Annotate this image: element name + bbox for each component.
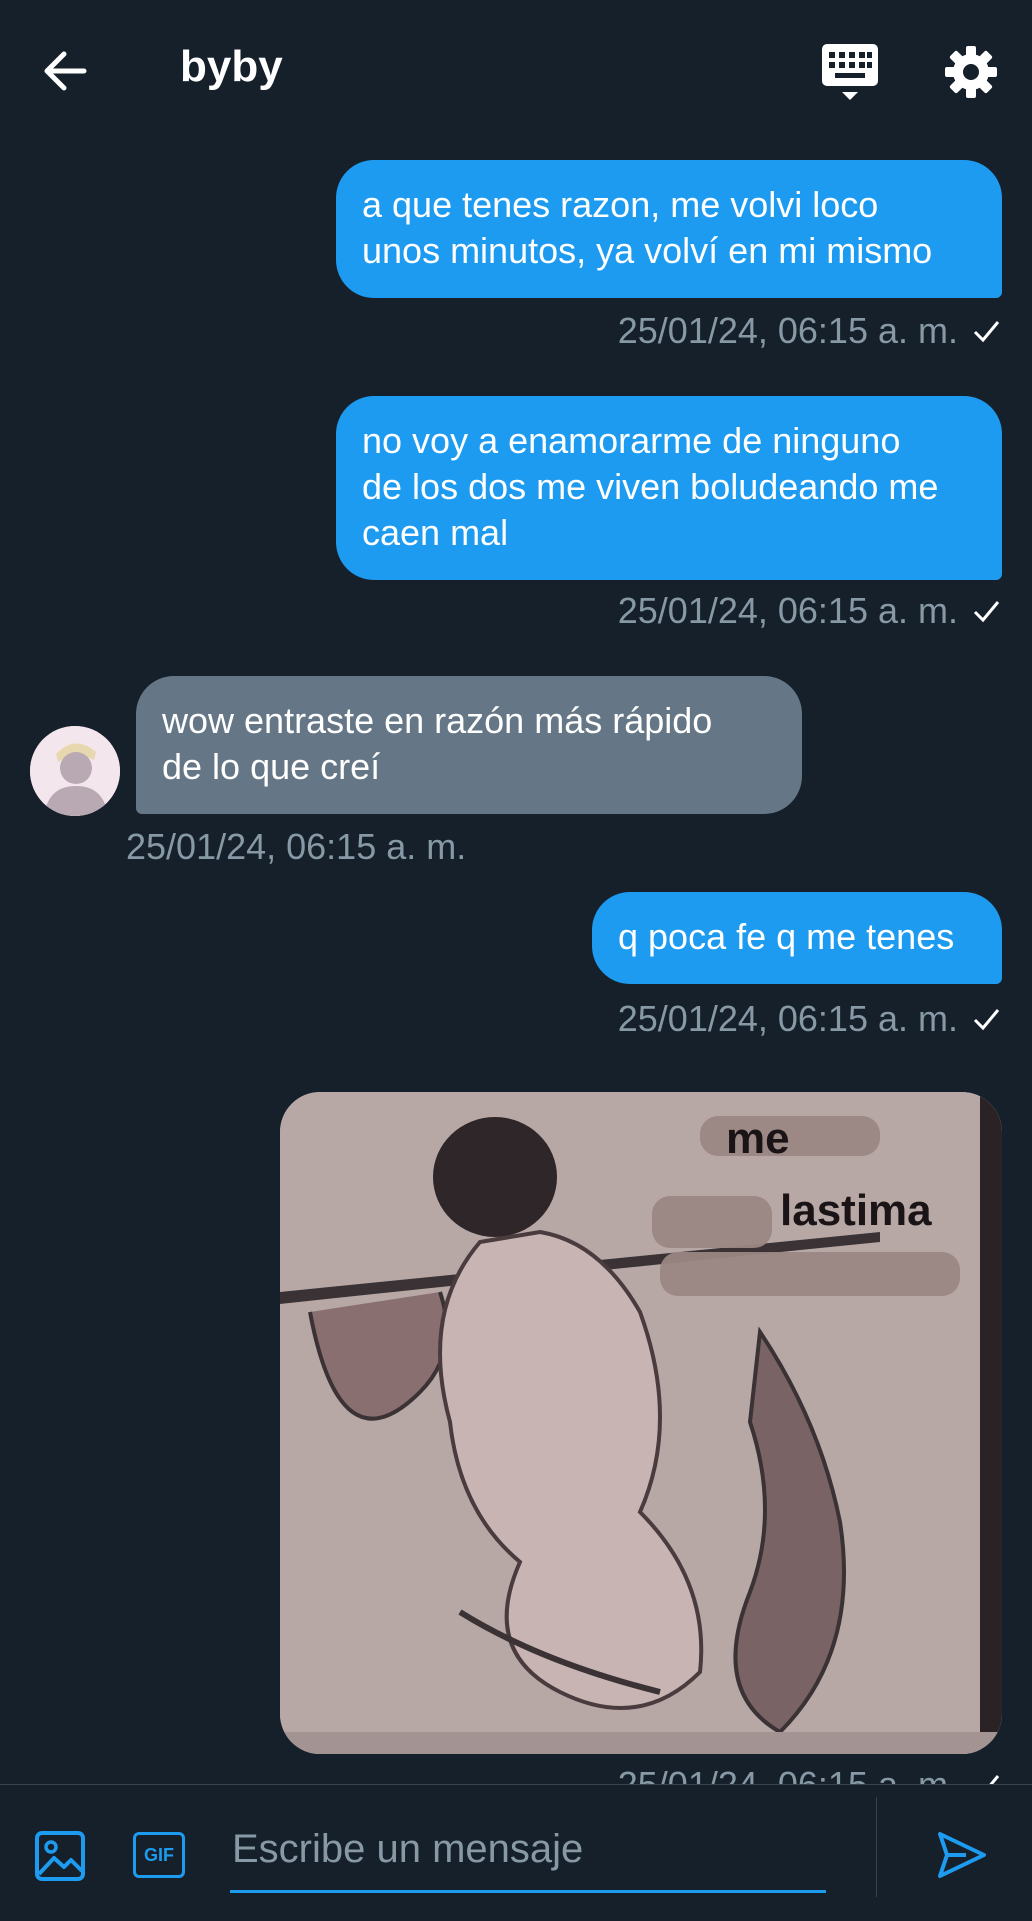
scribble-mark [652,1196,772,1248]
message-meta: 25/01/24, 06:15 a. m. [618,1764,1000,1784]
message-meta: 25/01/24, 06:15 a. m. [618,310,1000,352]
message-timestamp: 25/01/24, 06:15 a. m. [617,998,958,1039]
attach-image-button[interactable] [34,1830,86,1882]
message-meta: 25/01/24, 06:15 a. m. [618,998,1000,1040]
scribble-mark [660,1252,960,1296]
outgoing-message-bubble[interactable]: no voy a enamorarme de ninguno de los do… [336,396,1002,580]
send-icon [938,1832,986,1878]
composer-divider [876,1797,877,1897]
settings-button[interactable] [943,44,999,100]
message-timestamp: 25/01/24, 06:15 a. m. [618,1764,958,1784]
keyboard-icon [822,44,878,100]
meme-caption-me: me [726,1114,790,1163]
conversation-header: byby [0,0,1032,140]
back-button[interactable] [40,46,100,96]
message-timestamp: 25/01/24, 06:15 a. m. [126,826,467,867]
message-timestamp: 25/01/24, 06:15 a. m. [617,590,958,631]
conversation-title: byby [180,42,283,91]
gear-icon [945,46,997,98]
message-composer: GIF [0,1784,1032,1921]
check-icon [973,601,1000,623]
gif-button[interactable]: GIF [133,1832,185,1878]
message-timestamp: 25/01/24, 06:15 a. m. [617,310,958,351]
check-icon [973,1009,1000,1031]
arrow-left-icon [44,51,87,91]
incoming-message-bubble[interactable]: wow entraste en razón más rápido de lo q… [136,676,802,814]
keyboard-button[interactable] [820,42,880,104]
contact-avatar[interactable] [30,726,120,816]
avatar-image [30,726,120,816]
outgoing-message-bubble[interactable]: q poca fe q me tenes [592,892,1002,984]
check-icon [989,1775,1000,1784]
image-icon [35,1831,85,1881]
message-input[interactable] [230,1813,826,1893]
message-meta: 25/01/24, 06:15 a. m. [618,590,1000,632]
check-icon [973,321,1000,343]
image-message[interactable]: me lastima [280,1092,1002,1754]
outgoing-message-bubble[interactable]: a que tenes razon, me volvi loco unos mi… [336,160,1002,298]
send-button[interactable] [936,1829,988,1881]
meme-caption-lastima: lastima [780,1186,932,1235]
